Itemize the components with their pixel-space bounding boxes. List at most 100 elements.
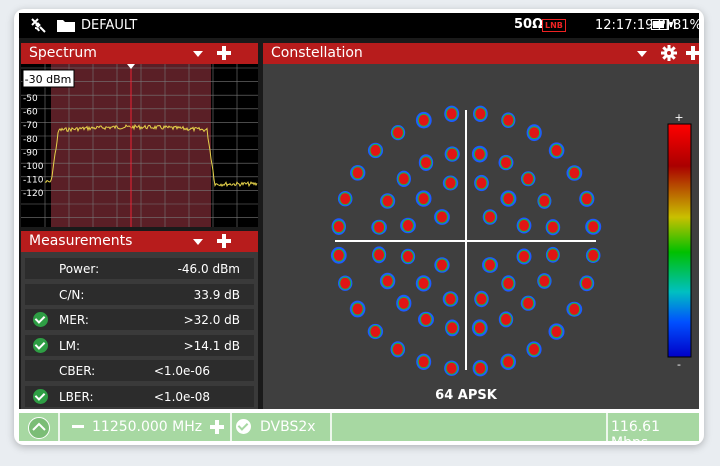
constellation-point <box>400 248 416 265</box>
measurements-add-icon[interactable] <box>216 233 232 249</box>
measurements-title: Measurements <box>29 233 133 249</box>
constellation-dropdown-icon[interactable] <box>637 51 647 57</box>
constellation-point <box>444 105 460 122</box>
constellation-point <box>415 190 432 207</box>
constellation-point <box>585 247 601 263</box>
spectrum-panel[interactable]: Spectrum -50 -60 -70 -80 -90 -100 -110 -120 -30… <box>21 43 258 227</box>
status-bar: DEFAULT 50Ω LNB 12:17:19 PM 81% <box>19 13 702 38</box>
measurement-row[interactable]: Power: -46.0 dBm <box>25 258 254 279</box>
constellation-point <box>400 217 416 234</box>
ref-level-label: -30 dBm <box>25 73 72 86</box>
measurement-row[interactable]: C/N: 33.9 dB <box>25 283 254 305</box>
frequency-decrease-button[interactable] <box>72 425 84 428</box>
constellation-point <box>498 154 514 171</box>
constellation-point <box>482 257 498 273</box>
constellation-point <box>471 145 488 163</box>
measurements-dropdown-icon[interactable] <box>193 239 203 245</box>
bitrate-value: 116.61 Mbps <box>611 419 660 445</box>
spectrum-add-icon[interactable] <box>216 45 232 61</box>
constellation-point <box>537 193 552 209</box>
constellation-point <box>371 219 387 235</box>
color-scale-bar <box>667 123 692 358</box>
constellation-plot[interactable]: + - 64 APSK <box>263 64 699 409</box>
constellation-panel[interactable]: Constellation + - 64 APSK <box>263 43 701 409</box>
gear-icon[interactable] <box>661 45 677 61</box>
constellation-point <box>379 272 396 290</box>
frequency-increase-button[interactable] <box>210 420 224 434</box>
constellation-point <box>501 275 516 292</box>
spectrum-y-tick: -70 <box>23 121 38 131</box>
scale-min-label: - <box>677 358 681 371</box>
constellation-point <box>500 353 516 370</box>
constellation-title: Constellation <box>271 45 363 61</box>
constellation-point <box>416 353 432 370</box>
battery-icon <box>651 19 672 30</box>
home-icon[interactable] <box>28 417 50 439</box>
constellation-point <box>537 273 552 289</box>
constellation-point <box>545 246 560 263</box>
spectrum-title-bar: Spectrum <box>21 43 258 64</box>
constellation-point <box>367 142 384 159</box>
scale-max-label: + <box>674 111 683 124</box>
constellation-point <box>390 341 406 358</box>
constellation-point <box>526 124 542 142</box>
constellation-point <box>415 111 432 129</box>
bottom-status-bar: 11250.000 MHz DVBS2x 116.61 Mbps <box>19 413 699 445</box>
frequency-value[interactable]: 11250.000 MHz <box>92 419 202 435</box>
constellation-point <box>474 174 489 192</box>
constellation-point <box>545 219 561 236</box>
constellation-point <box>444 360 460 376</box>
constellation-point <box>396 294 412 312</box>
measurement-row[interactable]: CBER: <1.0e-06 <box>25 360 254 381</box>
spectrum-y-tick: -90 <box>23 148 38 158</box>
constellation-point <box>482 209 498 225</box>
measurement-value: >32.0 dB <box>183 313 240 327</box>
check-icon <box>33 388 48 404</box>
measurement-name: LM: <box>59 338 81 353</box>
transmission-standard[interactable]: DVBS2x <box>260 419 316 435</box>
profile-name[interactable]: DEFAULT <box>81 18 137 33</box>
constellation-point <box>498 311 514 328</box>
measurement-name: Power: <box>59 262 100 276</box>
constellation-point <box>472 360 488 377</box>
spectrum-y-tick: -120 <box>23 189 44 199</box>
impedance-indicator: 50Ω <box>514 17 544 32</box>
constellation-point <box>516 248 532 265</box>
separator <box>330 413 332 441</box>
spectrum-y-tick: -110 <box>23 176 44 186</box>
constellation-point <box>418 311 434 327</box>
separator <box>58 413 60 441</box>
constellation-point <box>349 300 366 318</box>
measurement-row[interactable]: LM: >14.1 dB <box>25 334 254 356</box>
constellation-point <box>526 341 542 358</box>
measurement-name: MER: <box>59 313 89 327</box>
measurements-panel[interactable]: Measurements Power: -46.0 dBm C/N: 33.9 dB M… <box>21 231 258 409</box>
spectrum-dropdown-icon[interactable] <box>193 51 203 57</box>
constellation-point <box>380 193 396 209</box>
spectrum-plot[interactable]: -50 -60 -70 -80 -90 -100 -110 -120 -30 dBm <box>21 64 258 227</box>
constellation-point <box>350 165 366 181</box>
constellation-point <box>434 257 450 273</box>
constellation-point <box>445 319 460 337</box>
measurement-row[interactable]: MER: >32.0 dB <box>25 309 254 330</box>
constellation-point <box>338 275 353 291</box>
satellite-icon[interactable] <box>29 16 47 34</box>
constellation-point <box>520 295 536 311</box>
measurement-name: C/N: <box>59 287 85 302</box>
constellation-point <box>501 112 516 128</box>
spectrum-y-tick: -100 <box>23 162 44 172</box>
lock-check-icon <box>236 419 251 434</box>
measurement-value: -46.0 dBm <box>177 262 240 276</box>
constellation-point <box>548 323 565 340</box>
constellation-point <box>390 125 406 141</box>
constellation-point <box>566 165 583 181</box>
constellation-add-icon[interactable] <box>685 45 701 61</box>
constellation-point <box>471 319 488 337</box>
measurement-name: CBER: <box>59 364 96 378</box>
constellation-title-bar: Constellation <box>263 43 701 64</box>
constellation-point <box>415 275 432 292</box>
folder-icon[interactable] <box>57 18 75 32</box>
constellation-point <box>516 217 532 234</box>
measurement-row[interactable]: LBER: <1.0e-08 <box>25 385 254 407</box>
measurement-value: >14.1 dB <box>183 338 240 353</box>
